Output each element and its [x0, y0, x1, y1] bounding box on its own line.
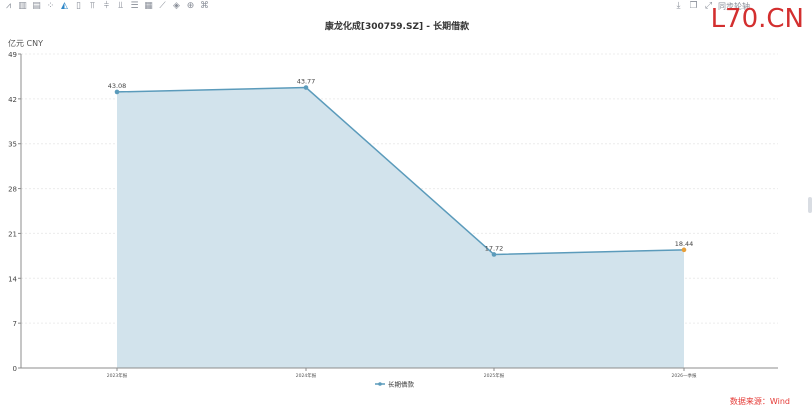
data-point: [491, 252, 497, 257]
y-axis-unit-label: 亿元 CNY: [8, 38, 43, 48]
y-tick-label: 21: [8, 230, 17, 238]
data-point: [303, 85, 309, 90]
data-label: 43.77: [297, 78, 316, 86]
area-fill: [117, 87, 684, 368]
y-tick-label: 14: [8, 275, 17, 283]
chart-title: 康龙化成[300759.SZ] - 长期借款: [325, 20, 470, 32]
legend-label: 长期借款: [388, 380, 415, 389]
side-panel-handle[interactable]: [808, 197, 812, 213]
data-label: 17.72: [485, 244, 504, 252]
x-axis-ticks: 2023年报 2024年报 2025年报 2026一季报: [21, 367, 778, 379]
x-tick-label: 2026一季报: [672, 372, 697, 379]
y-tick-label: 49: [8, 51, 17, 59]
data-point: [114, 89, 120, 95]
y-tick-label: 0: [13, 365, 17, 373]
series-area: [116, 86, 685, 368]
y-axis-ticks: 0 7 14 21 28 35 42 49: [8, 51, 22, 373]
data-label: 43.08: [108, 82, 127, 90]
y-tick-label: 28: [8, 186, 17, 194]
y-tick-label: 35: [8, 141, 17, 149]
data-point: [681, 247, 687, 253]
x-tick-label: 2025年报: [484, 372, 505, 379]
x-tick-label: 2023年报: [107, 372, 128, 379]
y-tick-label: 42: [8, 96, 17, 104]
data-source: 数据来源：Wind: [729, 397, 790, 406]
data-label: 18.44: [675, 240, 694, 248]
legend[interactable]: 长期借款: [375, 380, 415, 389]
y-tick-label: 7: [13, 320, 17, 328]
area-chart: 康龙化成[300759.SZ] - 长期借款 亿元 CNY 0 7 14 21 28 35…: [8, 20, 778, 389]
legend-marker: [378, 382, 382, 386]
x-tick-label: 2024年报: [296, 372, 317, 379]
